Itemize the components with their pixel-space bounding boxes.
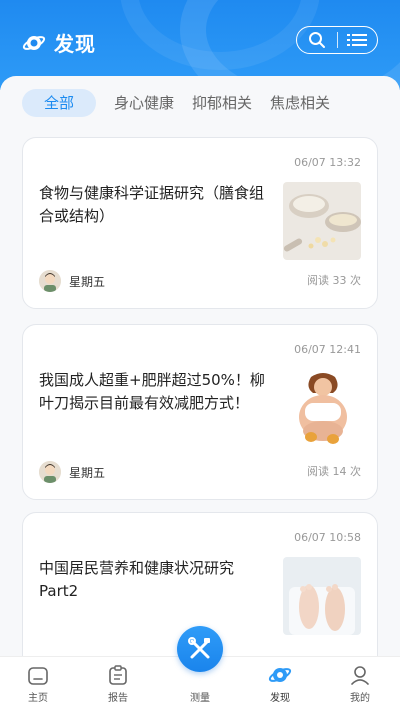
tab-label: 报告 [108,693,128,704]
tab-label: 发现 [270,693,290,704]
article-date: 06/07 10:58 [294,531,361,544]
profile-icon [351,666,369,685]
filter-list-icon [347,34,368,46]
home-icon [28,667,48,685]
food-bowls-image[interactable] [283,182,361,260]
author-info: 星期五 [39,270,105,292]
discover-planet-icon [268,668,292,682]
article-card[interactable]: 06/07 12:41 我国成人超重+肥胖超过50%！柳叶刀揭示目前最有效减肥方… [22,324,378,500]
report-icon [109,665,127,685]
search-icon [308,32,325,48]
overweight-woman-image[interactable] [283,369,361,447]
tab-label: 我的 [350,693,370,704]
tab-mind-body-health[interactable]: 身心健康 [114,89,174,117]
tab-report[interactable]: 报告 [88,663,148,704]
feet-on-scale-image[interactable] [283,557,361,635]
article-card[interactable]: 06/07 13:32 食物与健康科学证据研究（膳食组合或结构） 星期五 阅读 … [22,137,378,309]
tab-depression[interactable]: 抑郁相关 [192,89,252,117]
category-tabs: 全部 身心健康 抑郁相关 焦虑相关 [22,89,348,117]
search-button[interactable] [297,27,337,53]
read-count: 阅读 33 次 [307,274,361,287]
title-group: 发现 [22,28,96,57]
tab-label: 测量 [190,693,210,704]
article-title[interactable]: 中国居民营养和健康状况研究Part2 [39,557,271,603]
article-title[interactable]: 我国成人超重+肥胖超过50%！柳叶刀揭示目前最有效减肥方式！ [39,369,271,415]
tab-profile[interactable]: 我的 [330,663,390,704]
tab-home[interactable]: 主页 [8,663,68,704]
tab-all[interactable]: 全部 [22,89,97,117]
article-date: 06/07 12:41 [294,343,361,356]
avatar [39,270,61,292]
tab-discover[interactable]: 发现 [250,663,310,704]
measure-tools-icon [188,637,210,659]
measure-button[interactable] [177,626,223,672]
avatar [39,461,61,483]
tab-anxiety[interactable]: 焦虑相关 [270,89,330,117]
filter-button[interactable] [338,27,378,53]
author-name: 星期五 [69,274,106,289]
author-name: 星期五 [69,465,106,480]
discover-planet-icon [22,35,46,50]
search-filter-pill [296,26,378,54]
tab-measure[interactable]: 测量 [170,687,230,704]
author-info: 星期五 [39,461,105,483]
article-date: 06/07 13:32 [294,156,361,169]
page-title: 发现 [54,32,96,56]
tab-label: 主页 [28,693,48,704]
content-panel: 全部 身心健康 抑郁相关 焦虑相关 06/07 13:32 食物与健康科学证据研… [0,76,400,656]
read-count: 阅读 14 次 [307,465,361,478]
article-title[interactable]: 食物与健康科学证据研究（膳食组合或结构） [39,182,271,228]
